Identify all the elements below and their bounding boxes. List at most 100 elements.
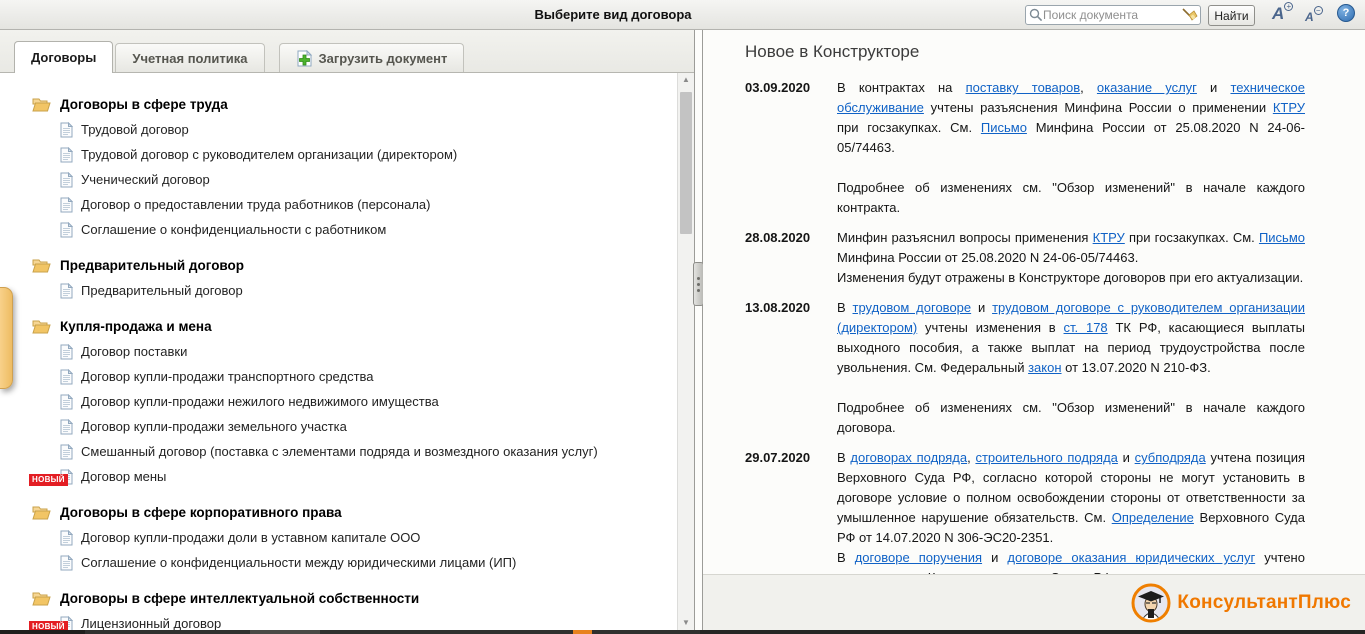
tree-item[interactable]: Соглашение о конфиденциальности между юр…: [0, 550, 677, 575]
news-date: 03.09.2020: [745, 78, 837, 218]
news-link[interactable]: КТРУ: [1273, 100, 1305, 115]
tree-item[interactable]: НОВЫЙДоговор мены: [0, 464, 677, 489]
document-icon: [60, 444, 73, 460]
minus-icon: −: [1314, 6, 1323, 15]
folder-icon: [32, 505, 51, 520]
tree-group-header[interactable]: Договоры в сфере труда: [0, 91, 677, 117]
news-link[interactable]: КТРУ: [1093, 230, 1125, 245]
tree-item-label: Договор о предоставлении труда работнико…: [81, 197, 430, 212]
tree-group-header[interactable]: Договоры в сфере интеллектуальной собств…: [0, 585, 677, 611]
tree-item[interactable]: Трудовой договор с руководителем организ…: [0, 142, 677, 167]
plus-icon: +: [1284, 2, 1293, 11]
tab-uchetnaya-politika[interactable]: Учетная политика: [115, 43, 264, 72]
tree-group-label: Договоры в сфере труда: [60, 97, 228, 112]
document-icon: [60, 530, 73, 546]
news-link[interactable]: договоре поручения: [855, 550, 982, 565]
tree-item-label: Ученический договор: [81, 172, 210, 187]
tree-group-header[interactable]: Предварительный договор: [0, 252, 677, 278]
tree-item-label: Смешанный договор (поставка с элементами…: [81, 444, 598, 459]
tree-group-header[interactable]: Договоры в сфере корпоративного права: [0, 499, 677, 525]
tree-item[interactable]: Предварительный договор: [0, 278, 677, 303]
news-link[interactable]: Письмо: [1259, 230, 1305, 245]
news-item: 03.09.2020В контрактах на поставку товар…: [745, 78, 1305, 218]
new-badge: НОВЫЙ: [29, 621, 68, 630]
news-link[interactable]: трудовом договоре: [853, 300, 972, 315]
scroll-up-icon[interactable]: ▲: [678, 73, 694, 87]
font-decrease-button[interactable]: A−: [1305, 8, 1323, 26]
find-button[interactable]: Найти: [1208, 5, 1255, 26]
tree-item[interactable]: Трудовой договор: [0, 117, 677, 142]
tree-item-label: Договор купли-продажи земельного участка: [81, 419, 347, 434]
help-icon[interactable]: ?: [1337, 4, 1355, 22]
news-link[interactable]: поставку товаров: [966, 80, 1081, 95]
folder-icon: [32, 591, 51, 606]
news-list: 03.09.2020В контрактах на поставку товар…: [745, 78, 1305, 574]
document-icon: [60, 344, 73, 360]
tree-item[interactable]: Договор купли-продажи транспортного сред…: [0, 364, 677, 389]
document-icon: [60, 172, 73, 188]
tree-item-label: Трудовой договор: [81, 122, 189, 137]
news-date: 28.08.2020: [745, 228, 837, 288]
tree-scrollbar-thumb[interactable]: [680, 92, 692, 234]
tree-group: Договоры в сфере труда Трудовой договор Тр…: [0, 91, 677, 242]
document-icon: [60, 197, 73, 213]
brand-name: КонсультантПлюс: [1177, 592, 1351, 614]
side-panel-handle[interactable]: [0, 287, 13, 389]
news-link[interactable]: Письмо: [981, 120, 1027, 135]
tree-item[interactable]: Договор купли-продажи доли в уставном ка…: [0, 525, 677, 550]
contract-type-tree: Договоры в сфере труда Трудовой договор Тр…: [0, 73, 677, 630]
news-link[interactable]: субподряда: [1135, 450, 1206, 465]
tree-item[interactable]: Договор о предоставлении труда работнико…: [0, 192, 677, 217]
folder-icon: [32, 97, 51, 112]
tree-item[interactable]: НОВЫЙЛицензионный договор: [0, 611, 677, 630]
add-document-icon: [296, 50, 313, 67]
tab-bar: Договоры Учетная политика Загрузить докуме…: [0, 30, 695, 73]
tree-group-label: Договоры в сфере корпоративного права: [60, 505, 342, 520]
news-link[interactable]: договорах подряда: [850, 450, 967, 465]
news-link[interactable]: закон: [1028, 360, 1061, 375]
tree-item-label: Договор купли-продажи доли в уставном ка…: [81, 530, 420, 545]
tree-group-label: Купля-продажа и мена: [60, 319, 212, 334]
tree-item-label: Трудовой договор с руководителем организ…: [81, 147, 457, 162]
tree-group: Договоры в сфере корпоративного права Дог…: [0, 499, 677, 575]
contract-constructor-window: Выберите вид договора Найти A+ A− ? Дого…: [0, 0, 1365, 634]
footer: КонсультантПлюс: [703, 574, 1365, 630]
news-text: Минфин разъяснил вопросы применения КТРУ…: [837, 228, 1305, 288]
news-link[interactable]: оказание услуг: [1097, 80, 1197, 95]
news-link[interactable]: ст. 178: [1064, 320, 1108, 335]
tree-item[interactable]: Соглашение о конфиденциальности с работн…: [0, 217, 677, 242]
tab-label: Договоры: [31, 43, 96, 73]
tree-item-label: Договор купли-продажи нежилого недвижимо…: [81, 394, 439, 409]
tree-item[interactable]: Договор купли-продажи земельного участка: [0, 414, 677, 439]
tab-dogovory[interactable]: Договоры: [14, 41, 113, 73]
news-text: В трудовом договоре и трудовом договоре …: [837, 298, 1305, 438]
tab-label: Загрузить документ: [319, 45, 448, 72]
tree-item[interactable]: Смешанный договор (поставка с элементами…: [0, 439, 677, 464]
broom-icon[interactable]: [1181, 7, 1198, 23]
news-item: 29.07.2020В договорах подряда, строитель…: [745, 448, 1305, 574]
document-icon: [60, 369, 73, 385]
font-increase-button[interactable]: A+: [1272, 4, 1293, 24]
news-link[interactable]: Определение: [1112, 510, 1194, 525]
tab-label: Учетная политика: [132, 45, 247, 72]
scroll-down-icon[interactable]: ▼: [678, 616, 694, 630]
news-text: В контрактах на поставку товаров, оказан…: [837, 78, 1305, 218]
news-link[interactable]: договоре оказания юридических услуг: [1007, 550, 1255, 565]
folder-icon: [32, 258, 51, 273]
tree-scrollbar[interactable]: ▲ ▼: [677, 73, 694, 630]
tree-item[interactable]: Ученический договор: [0, 167, 677, 192]
panel-splitter[interactable]: [694, 30, 703, 630]
tab-zagruzit-dokument[interactable]: Загрузить документ: [279, 43, 465, 72]
search-icon: [1029, 8, 1043, 22]
tree-item[interactable]: Договор купли-продажи нежилого недвижимо…: [0, 389, 677, 414]
tree-item-label: Соглашение о конфиденциальности между юр…: [81, 555, 516, 570]
document-icon: [60, 222, 73, 238]
bottom-strip: [0, 630, 1365, 634]
document-icon: [60, 147, 73, 163]
tree-item[interactable]: Договор поставки: [0, 339, 677, 364]
search-input[interactable]: [1043, 8, 1181, 22]
document-icon: [60, 555, 73, 571]
tree-group: Купля-продажа и менаДоговор поставкиДого…: [0, 313, 677, 489]
news-link[interactable]: строительного подряда: [975, 450, 1117, 465]
tree-group-header[interactable]: Купля-продажа и мена: [0, 313, 677, 339]
